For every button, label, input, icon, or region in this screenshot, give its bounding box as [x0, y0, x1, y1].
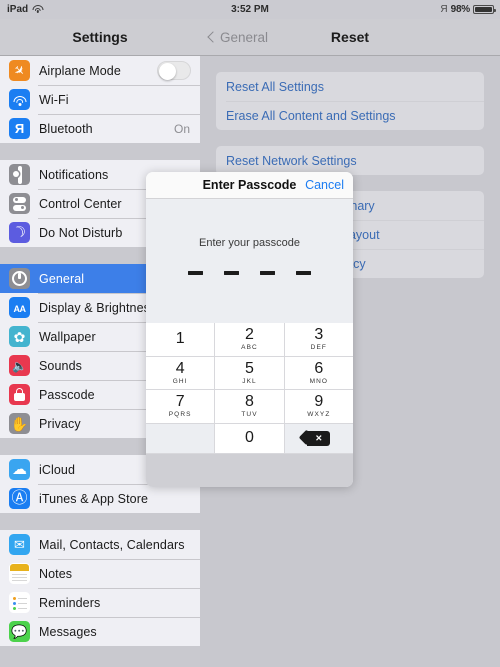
- keypad-letters: WXYZ: [307, 411, 331, 419]
- keypad-key-5[interactable]: 5 JKL: [215, 356, 285, 390]
- passcode-dash: [188, 271, 203, 275]
- keypad-digit: 5: [245, 359, 254, 377]
- delete-key-shape: ✕: [307, 430, 331, 446]
- passcode-dash: [296, 271, 311, 275]
- numeric-keypad[interactable]: 1 2 ABC 3 DEF 4 GHI 5 JKL 6 MNO 7 PQRS 8 TUV 9 WXYZ 0 ✕: [146, 323, 353, 487]
- keypad-digit: 4: [175, 359, 185, 377]
- keypad-letters: MNO: [309, 377, 329, 385]
- dialog-header: Enter Passcode Cancel: [146, 172, 353, 199]
- keypad-row: 0 ✕: [146, 423, 353, 454]
- keypad-digit: 7: [175, 393, 185, 411]
- keypad-row: 1 2 ABC 3 DEF: [146, 323, 353, 357]
- keypad-row: 7 PQRS 8 TUV 9 WXYZ: [146, 390, 353, 424]
- keypad-key-7[interactable]: 7 PQRS: [146, 390, 216, 424]
- keypad-key-0[interactable]: 0: [215, 423, 285, 454]
- dialog-title: Enter Passcode: [202, 178, 297, 192]
- enter-passcode-dialog: Enter Passcode Cancel Enter your passcod…: [146, 172, 353, 487]
- passcode-dash: [260, 271, 275, 275]
- keypad-key-3[interactable]: 3 DEF: [284, 323, 353, 357]
- keypad-key-6[interactable]: 6 MNO: [284, 356, 353, 390]
- passcode-dash: [224, 271, 239, 275]
- keypad-digit: 8: [245, 393, 254, 411]
- ipad-settings-screen: iPad 3:52 PM Я 98% Settings General Rese…: [0, 0, 500, 667]
- keypad-digit: 6: [314, 359, 324, 377]
- keypad-key-2[interactable]: 2 ABC: [215, 323, 285, 357]
- keypad-letters: JKL: [242, 377, 257, 385]
- keypad-key-1[interactable]: 1: [146, 323, 216, 357]
- keypad-key-4[interactable]: 4 GHI: [146, 356, 216, 390]
- keypad-row: 4 GHI 5 JKL 6 MNO: [146, 356, 353, 390]
- cancel-button[interactable]: Cancel: [305, 178, 344, 192]
- keypad-letters: TUV: [241, 411, 258, 419]
- keypad-digit: 0: [245, 428, 254, 446]
- keypad-letters: DEF: [310, 344, 327, 352]
- keypad-letters: ABC: [241, 344, 258, 352]
- dialog-body: Enter your passcode: [146, 199, 353, 322]
- back-button[interactable]: General: [207, 29, 269, 45]
- back-button-label: General: [220, 29, 269, 45]
- keypad-letters: PQRS: [168, 411, 192, 419]
- keypad-digit: 3: [314, 326, 324, 344]
- keypad-letters: GHI: [172, 377, 188, 385]
- chevron-left-icon: [207, 31, 219, 43]
- keypad-digit: 9: [314, 393, 324, 411]
- delete-backspace-icon[interactable]: ✕: [284, 423, 353, 454]
- delete-x-glyph: ✕: [315, 432, 323, 443]
- passcode-field[interactable]: [188, 271, 311, 275]
- keypad-digit: 1: [175, 329, 185, 347]
- keypad-digit: 2: [245, 326, 254, 344]
- keypad-key-8[interactable]: 8 TUV: [215, 390, 285, 424]
- keypad-key-9[interactable]: 9 WXYZ: [284, 390, 353, 424]
- passcode-prompt: Enter your passcode: [199, 237, 300, 249]
- keypad-blank: [146, 423, 216, 454]
